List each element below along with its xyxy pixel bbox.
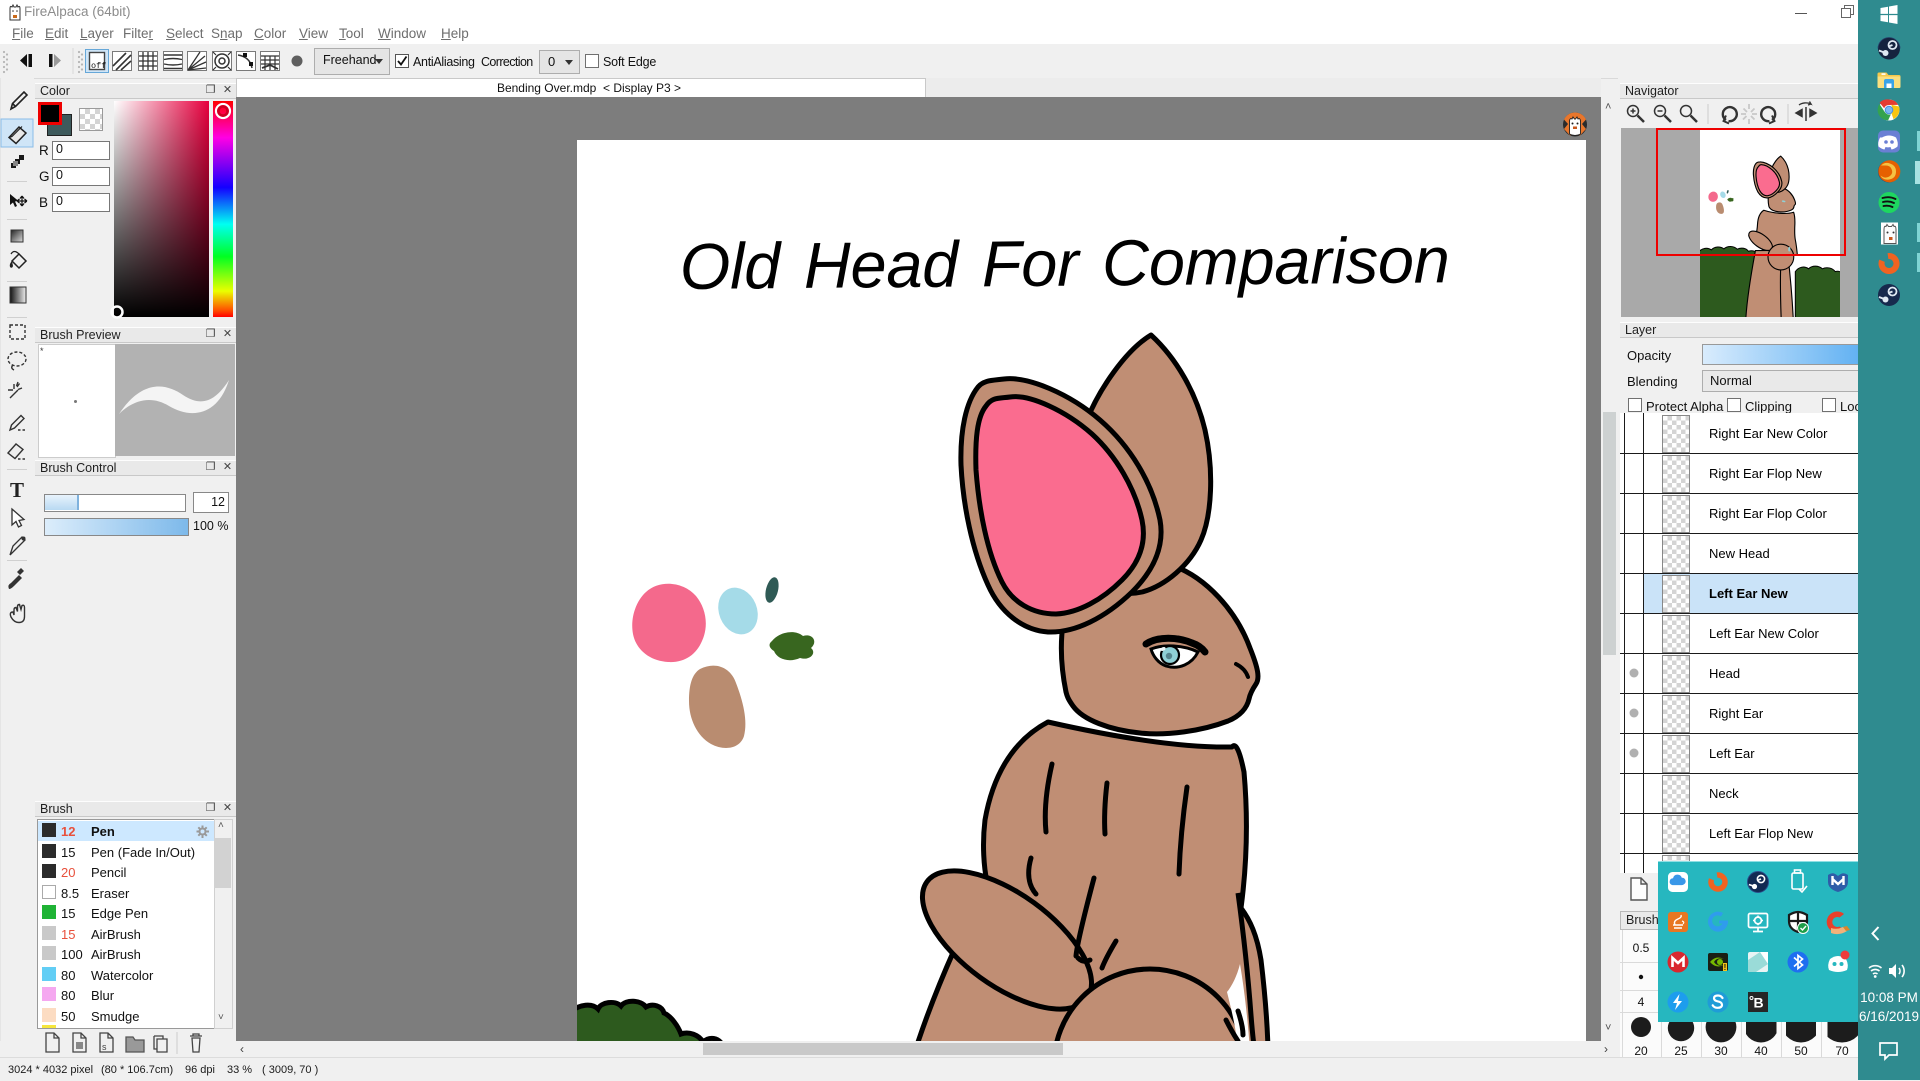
svg-text:4: 4 [1638, 995, 1645, 1009]
svg-text:25: 25 [1674, 1044, 1688, 1058]
svg-text:50: 50 [1794, 1044, 1808, 1058]
svg-text:B: B [1754, 995, 1764, 1011]
svg-text:70: 70 [1835, 1044, 1849, 1058]
svg-text:20: 20 [1634, 1044, 1648, 1058]
svg-text:s: s [102, 1042, 107, 1052]
svg-text:!: ! [1724, 963, 1727, 972]
svg-text:40: 40 [1754, 1044, 1768, 1058]
svg-text:T: T [10, 478, 24, 502]
svg-text:0.5: 0.5 [1633, 941, 1650, 955]
svg-text:6/16/2019: 6/16/2019 [1859, 1009, 1919, 1024]
svg-text:10:08 PM: 10:08 PM [1860, 990, 1918, 1005]
svg-text:Old Head For Comparison: Old Head For Comparison [679, 223, 1449, 303]
svg-text:30: 30 [1714, 1044, 1728, 1058]
svg-text:off: off [91, 61, 106, 71]
